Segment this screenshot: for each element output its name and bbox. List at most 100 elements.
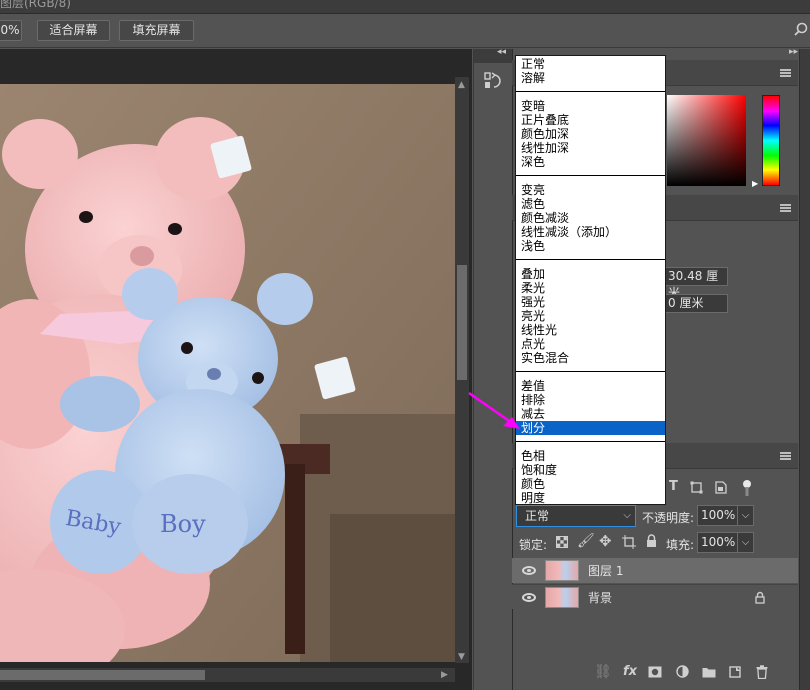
eye-icon[interactable]: [522, 566, 536, 575]
blend-mode-option[interactable]: 叠加: [516, 267, 665, 281]
blend-mode-option[interactable]: 柔光: [516, 281, 665, 295]
blend-mode-option[interactable]: 滤色: [516, 197, 665, 211]
dock-header: [474, 49, 512, 63]
scroll-up-icon[interactable]: ▲: [458, 80, 465, 90]
lock-icon[interactable]: [646, 534, 657, 548]
layer-thumbnail: [545, 587, 579, 608]
fill-screen-button[interactable]: 填充屏幕: [119, 20, 194, 41]
offset-field[interactable]: 0 厘米: [665, 294, 728, 313]
teddy-bears-photo: Baby Boy: [0, 84, 455, 662]
collapsed-panel-dock: [473, 49, 512, 690]
opacity-dropdown-button[interactable]: ⌵: [737, 505, 754, 526]
blend-mode-option[interactable]: 线性光: [516, 323, 665, 337]
fill-input[interactable]: 100%: [697, 532, 738, 553]
artboard-lock-icon[interactable]: [622, 535, 636, 549]
horizontal-scrollbar-thumb[interactable]: [0, 670, 205, 680]
fx-icon[interactable]: fx: [623, 664, 637, 679]
blend-mode-option[interactable]: 线性加深: [516, 141, 665, 155]
blend-mode-option[interactable]: 正片叠底: [516, 113, 665, 127]
blend-mode-option[interactable]: 明度: [516, 491, 665, 505]
blend-mode-option[interactable]: 实色混合: [516, 351, 665, 365]
search-icon[interactable]: [794, 22, 808, 36]
lock-icon: [755, 591, 765, 604]
dropdown-separator: [516, 175, 665, 176]
eye-icon[interactable]: [522, 593, 536, 602]
filter-toggle-icon[interactable]: [742, 479, 752, 497]
blend-mode-option[interactable]: 颜色加深: [516, 127, 665, 141]
dropdown-separator: [516, 441, 665, 442]
dropdown-separator: [516, 259, 665, 260]
blend-mode-option[interactable]: 亮光: [516, 309, 665, 323]
layer-row[interactable]: 背景: [512, 584, 798, 609]
type-filter-icon[interactable]: T: [669, 479, 678, 494]
paint-lock-icon[interactable]: 🖌: [577, 533, 595, 549]
dropdown-separator: [516, 371, 665, 372]
annotation-arrow: [468, 391, 520, 429]
color-picker-field[interactable]: [667, 95, 746, 186]
layer-thumbnail: [545, 560, 579, 581]
blend-mode-option[interactable]: 深色: [516, 155, 665, 169]
blend-mode-option[interactable]: 差值: [516, 379, 665, 393]
blend-mode-option[interactable]: 变暗: [516, 99, 665, 113]
trash-icon[interactable]: [756, 665, 768, 679]
layer-name: 图层 1: [588, 564, 624, 578]
shape-filter-icon[interactable]: [690, 481, 703, 494]
document-title: 图层(RGB/8): [0, 0, 71, 10]
blend-mode-select[interactable]: 正常 ⌵: [516, 505, 636, 527]
blend-mode-dropdown-list[interactable]: 正常 溶解变暗 正片叠底 颜色加深 线性加深 深色变亮 滤色 颜色减淡 线性减淡（添加） 浅色叠加…: [515, 55, 666, 505]
layers-bottom-toolbar: ⛓ fx: [512, 660, 798, 686]
document-title-strip: 图层(RGB/8): [0, 0, 810, 14]
svg-text:Boy: Boy: [160, 510, 206, 538]
panel-menu-icon[interactable]: [780, 204, 791, 212]
blend-mode-option[interactable]: 溶解: [516, 71, 665, 85]
blend-mode-option[interactable]: 饱和度: [516, 463, 665, 477]
adjustment-icon[interactable]: [676, 665, 689, 678]
move-lock-icon[interactable]: ✥: [599, 532, 612, 550]
scroll-right-icon[interactable]: ▶: [441, 670, 448, 680]
chevron-down-icon: ⌵: [623, 510, 631, 521]
new-layer-icon[interactable]: [729, 665, 741, 678]
lock-label: 锁定:: [519, 538, 548, 552]
blend-mode-option[interactable]: 浅色: [516, 239, 665, 253]
blend-mode-value: 正常: [525, 509, 550, 523]
hue-slider[interactable]: [762, 95, 780, 186]
opacity-label: 不透明度:: [642, 511, 695, 525]
mask-icon[interactable]: [648, 666, 662, 678]
fit-screen-button[interactable]: 适合屏幕: [37, 20, 110, 41]
panel-menu-icon[interactable]: [780, 69, 791, 77]
fill-label: 填充:: [666, 538, 695, 552]
opacity-input[interactable]: 100%: [697, 505, 738, 526]
collapse-arrows-icon[interactable]: ◂◂: [497, 47, 506, 57]
dropdown-separator: [516, 91, 665, 92]
hue-slider-marker-icon[interactable]: ▶: [752, 179, 758, 188]
blend-mode-option[interactable]: 颜色: [516, 477, 665, 491]
link-icon[interactable]: ⛓: [594, 664, 612, 680]
folder-icon[interactable]: [702, 666, 716, 678]
fill-dropdown-button[interactable]: ⌵: [737, 532, 754, 553]
expand-arrows-icon[interactable]: ▸▸: [789, 47, 798, 57]
far-right-dock: [799, 49, 810, 690]
blend-mode-option[interactable]: 划分: [516, 421, 665, 435]
smart-filter-icon[interactable]: [715, 481, 727, 494]
panel-menu-icon[interactable]: [780, 452, 791, 460]
blend-mode-option[interactable]: 强光: [516, 295, 665, 309]
blend-mode-option[interactable]: 色相: [516, 449, 665, 463]
layer-row[interactable]: 图层 1: [512, 558, 798, 583]
document-image-teddy-bears[interactable]: Baby Boy: [0, 84, 455, 662]
canvas-tab-strip: [0, 49, 472, 77]
vertical-scrollbar-thumb[interactable]: [457, 265, 467, 380]
width-field[interactable]: 30.48 厘米: [665, 267, 728, 300]
scroll-down-icon[interactable]: ▼: [458, 652, 465, 662]
blend-mode-option[interactable]: 颜色减淡: [516, 211, 665, 225]
blend-mode-option[interactable]: 正常: [516, 57, 665, 71]
zoom-100-button[interactable]: 0%: [0, 20, 22, 41]
blend-mode-option[interactable]: 变亮: [516, 183, 665, 197]
layer-name: 背景: [588, 591, 613, 605]
history-icon[interactable]: [482, 70, 504, 92]
pixel-lock-icon[interactable]: [556, 536, 568, 548]
options-bar: 0% 适合屏幕 填充屏幕: [0, 14, 810, 48]
blend-mode-option[interactable]: 减去: [516, 407, 665, 421]
blend-mode-option[interactable]: 线性减淡（添加）: [516, 225, 665, 239]
blend-mode-option[interactable]: 点光: [516, 337, 665, 351]
blend-mode-option[interactable]: 排除: [516, 393, 665, 407]
